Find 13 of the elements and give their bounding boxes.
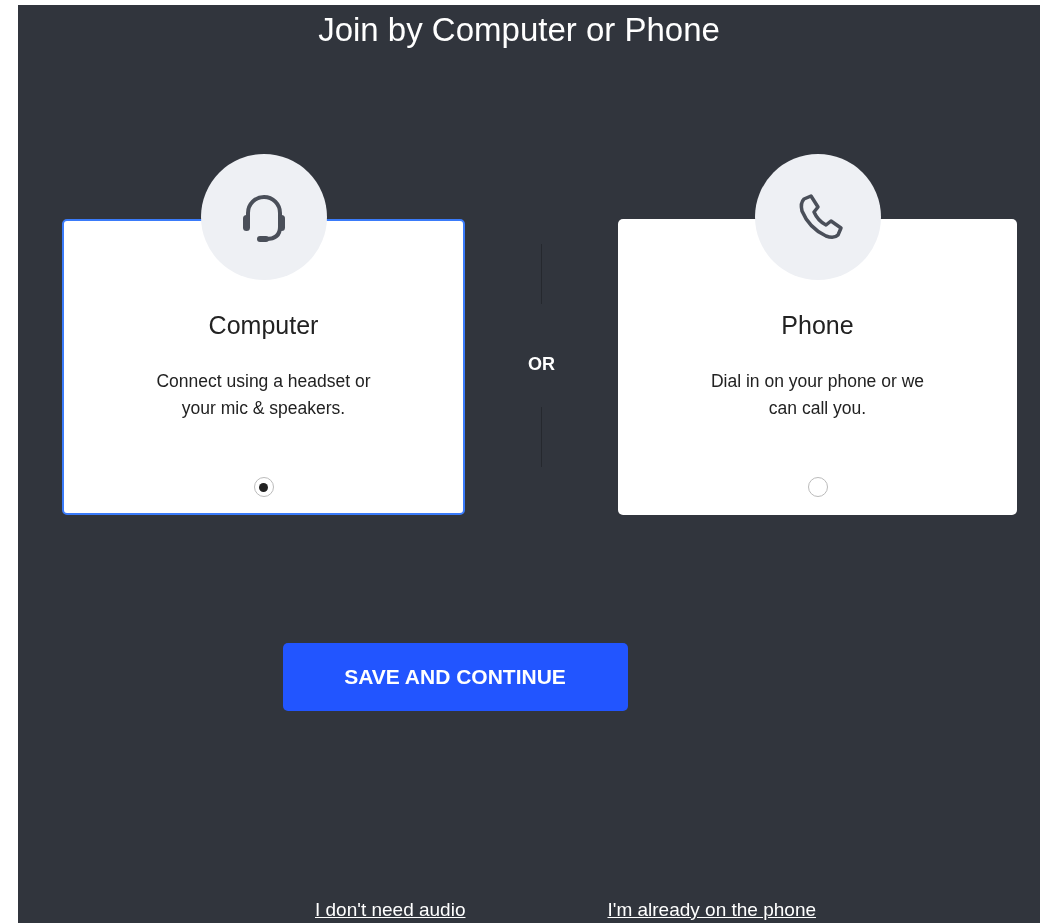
option-card[interactable]: Computer Connect using a headset or your mic & speakers. — [62, 219, 465, 515]
text-link[interactable]: I'm already on the phone — [607, 899, 817, 921]
separator-label: OR — [528, 354, 555, 376]
option-description: Connect using a headset or your mic & speakers. — [155, 370, 372, 420]
option-title: Phone — [781, 311, 854, 340]
option-description: Dial in on your phone or we can call you. — [709, 370, 925, 420]
option-title: Computer — [208, 311, 319, 340]
radio-button[interactable] — [253, 477, 274, 497]
text-link[interactable]: I don't need audio — [315, 899, 466, 921]
dialog-title: Join by Computer or Phone — [318, 11, 721, 49]
radio-button[interactable] — [807, 477, 828, 497]
save-button[interactable]: SAVE AND CONTINUE — [282, 643, 628, 711]
option-card[interactable]: Phone Dial in on your phone or we can call you. — [618, 219, 1017, 515]
